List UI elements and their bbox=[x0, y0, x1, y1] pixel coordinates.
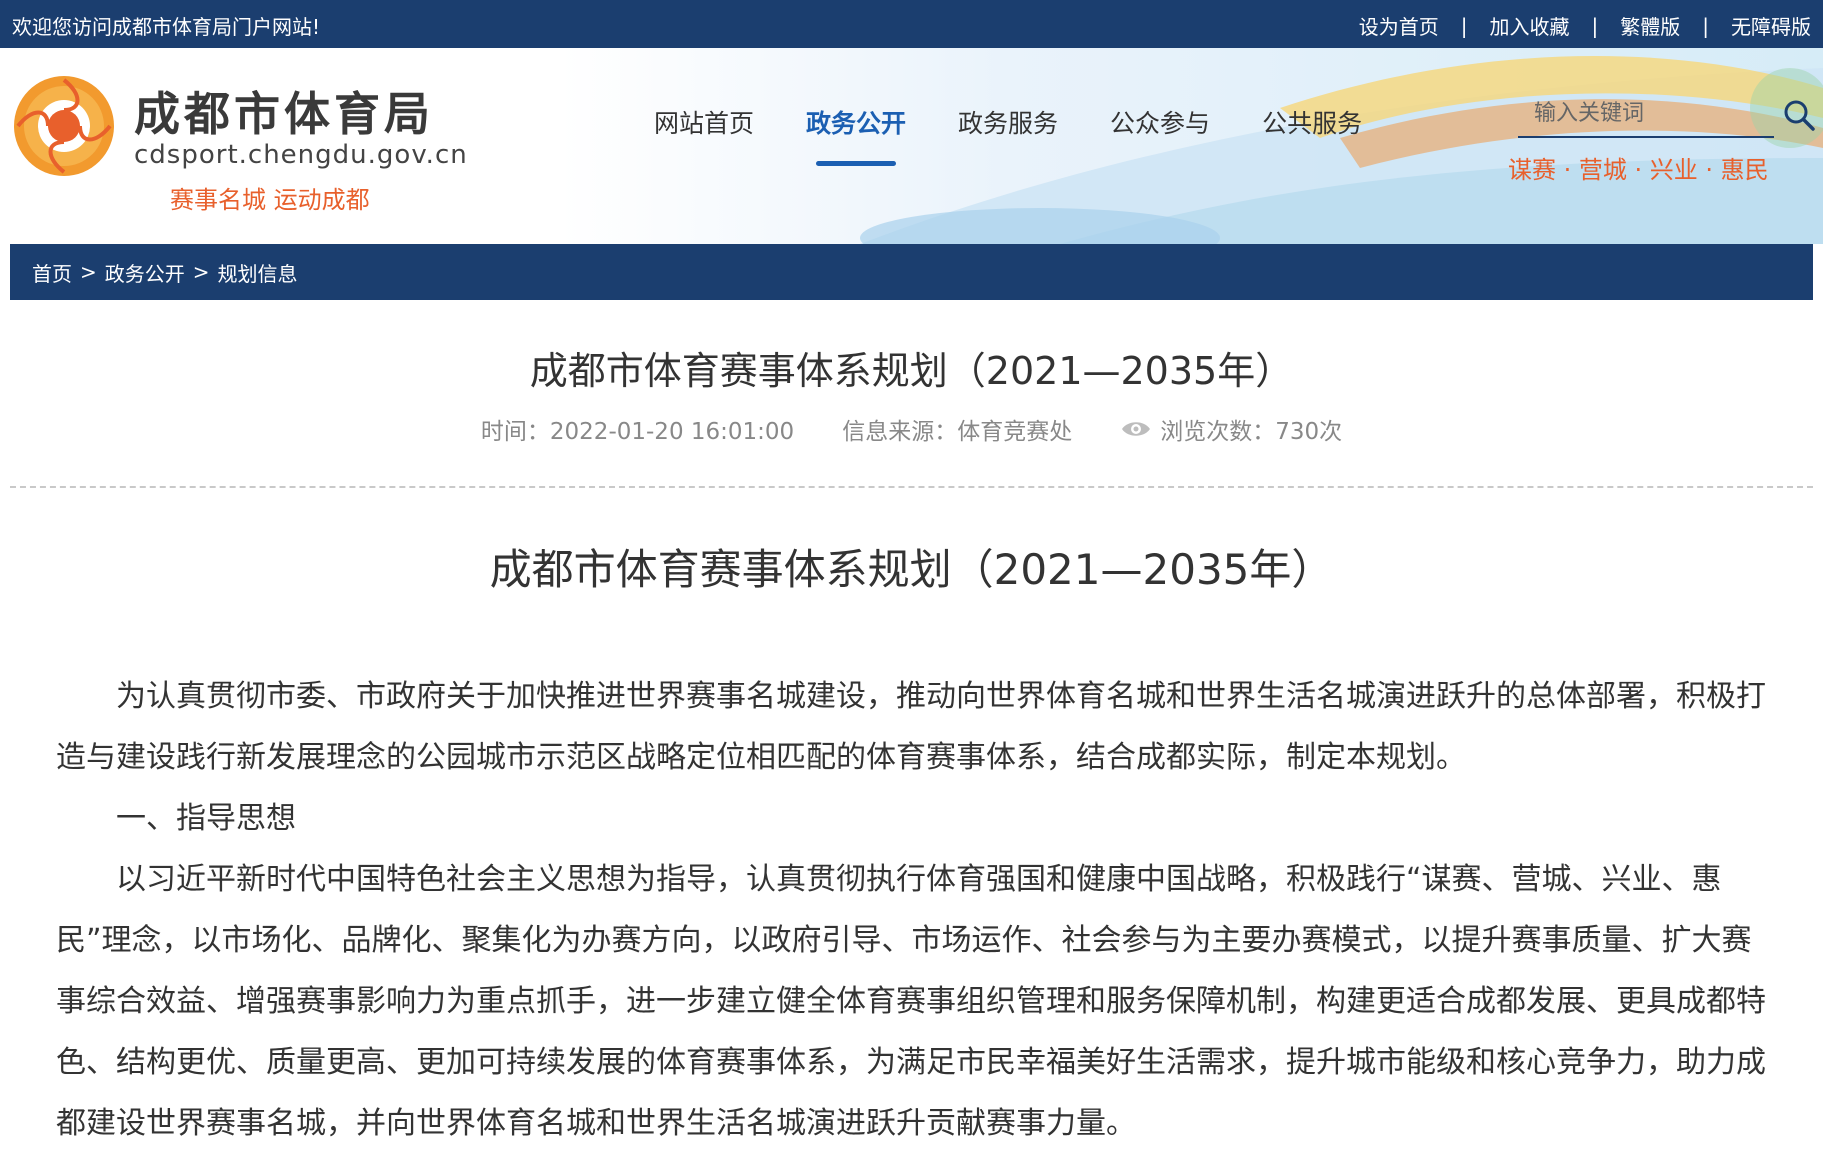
site-logo-title[interactable]: 成都市体育局 bbox=[134, 78, 434, 144]
nav-item-home[interactable]: 网站首页 bbox=[654, 104, 754, 140]
view-count-group: 浏览次数：730次 bbox=[1120, 412, 1342, 446]
breadcrumb-item-planning-info[interactable]: 规划信息 bbox=[218, 258, 298, 287]
top-links: 设为首页 | 加入收藏 | 繁體版 | 无障碍版 bbox=[1359, 11, 1811, 40]
welcome-text: 欢迎您访问成都市体育局门户网站! bbox=[12, 15, 321, 39]
breadcrumb-separator: > bbox=[80, 260, 97, 284]
traditional-chinese-link[interactable]: 繁體版 bbox=[1620, 11, 1680, 40]
breadcrumb-item-home[interactable]: 首页 bbox=[32, 258, 72, 287]
logo-emblem-icon bbox=[14, 76, 114, 176]
site-header: 成都市体育局 cdsport.chengdu.gov.cn 赛事名城 运动成都 … bbox=[0, 48, 1823, 244]
separator: | bbox=[1460, 13, 1468, 38]
breadcrumb-item-government-affairs-open[interactable]: 政务公开 bbox=[105, 258, 185, 287]
add-favorite-link[interactable]: 加入收藏 bbox=[1490, 11, 1570, 40]
paragraph: 为认真贯彻市委、市政府关于加快推进世界赛事名城建设，推动向世界体育名城和世界生活… bbox=[56, 679, 1766, 775]
tagline: 谋赛 · 营城 · 兴业 · 惠民 bbox=[1508, 156, 1769, 184]
nav-item-government-affairs-open[interactable]: 政务公开 bbox=[806, 104, 906, 166]
site-domain: cdsport.chengdu.gov.cn bbox=[134, 140, 468, 170]
breadcrumb: 首页 > 政务公开 > 规划信息 bbox=[10, 244, 1813, 300]
search-icon[interactable] bbox=[1782, 98, 1816, 132]
set-homepage-link[interactable]: 设为首页 bbox=[1359, 11, 1439, 40]
nav-item-public-services[interactable]: 公共服务 bbox=[1262, 104, 1362, 140]
article-body: 为认真贯彻市委、市政府关于加快推进世界赛事名城建设，推动向世界体育名城和世界生活… bbox=[56, 666, 1768, 1154]
content-title: 成都市体育赛事体系规划（2021—2035年） bbox=[489, 545, 1334, 594]
article-meta: 时间：2022-01-20 16:01:00 信息来源：体育竞赛处 浏览次数：7… bbox=[0, 412, 1823, 446]
publish-time: 时间：2022-01-20 16:01:00 bbox=[480, 419, 795, 445]
view-count: 浏览次数：730次 bbox=[1160, 419, 1343, 445]
search-input[interactable] bbox=[1518, 92, 1748, 134]
paragraph: 以习近平新时代中国特色社会主义思想为指导，认真贯彻执行体育强国和健康中国战略，积… bbox=[56, 862, 1766, 1141]
search-box bbox=[1518, 92, 1774, 138]
main-nav: 网站首页 政务公开 政务服务 公众参与 公共服务 bbox=[654, 104, 1414, 166]
site-slogan: 赛事名城 运动成都 bbox=[170, 186, 370, 214]
divider bbox=[10, 486, 1813, 488]
nav-item-public-participation[interactable]: 公众参与 bbox=[1110, 104, 1210, 140]
header-decoration-image bbox=[560, 48, 1823, 244]
eye-icon bbox=[1122, 422, 1151, 436]
info-source: 信息来源：体育竞赛处 bbox=[842, 419, 1073, 445]
nav-item-government-services[interactable]: 政务服务 bbox=[958, 104, 1058, 140]
breadcrumb-separator: > bbox=[192, 260, 210, 284]
accessibility-link[interactable]: 无障碍版 bbox=[1731, 11, 1811, 40]
top-bar: 欢迎您访问成都市体育局门户网站! 设为首页 | 加入收藏 | 繁體版 | 无障碍… bbox=[0, 0, 1823, 48]
article-title: 成都市体育赛事体系规划（2021—2035年） bbox=[529, 349, 1294, 393]
section-heading: 一、指导思想 bbox=[116, 801, 296, 836]
separator: | bbox=[1591, 13, 1599, 38]
separator: | bbox=[1702, 13, 1709, 38]
